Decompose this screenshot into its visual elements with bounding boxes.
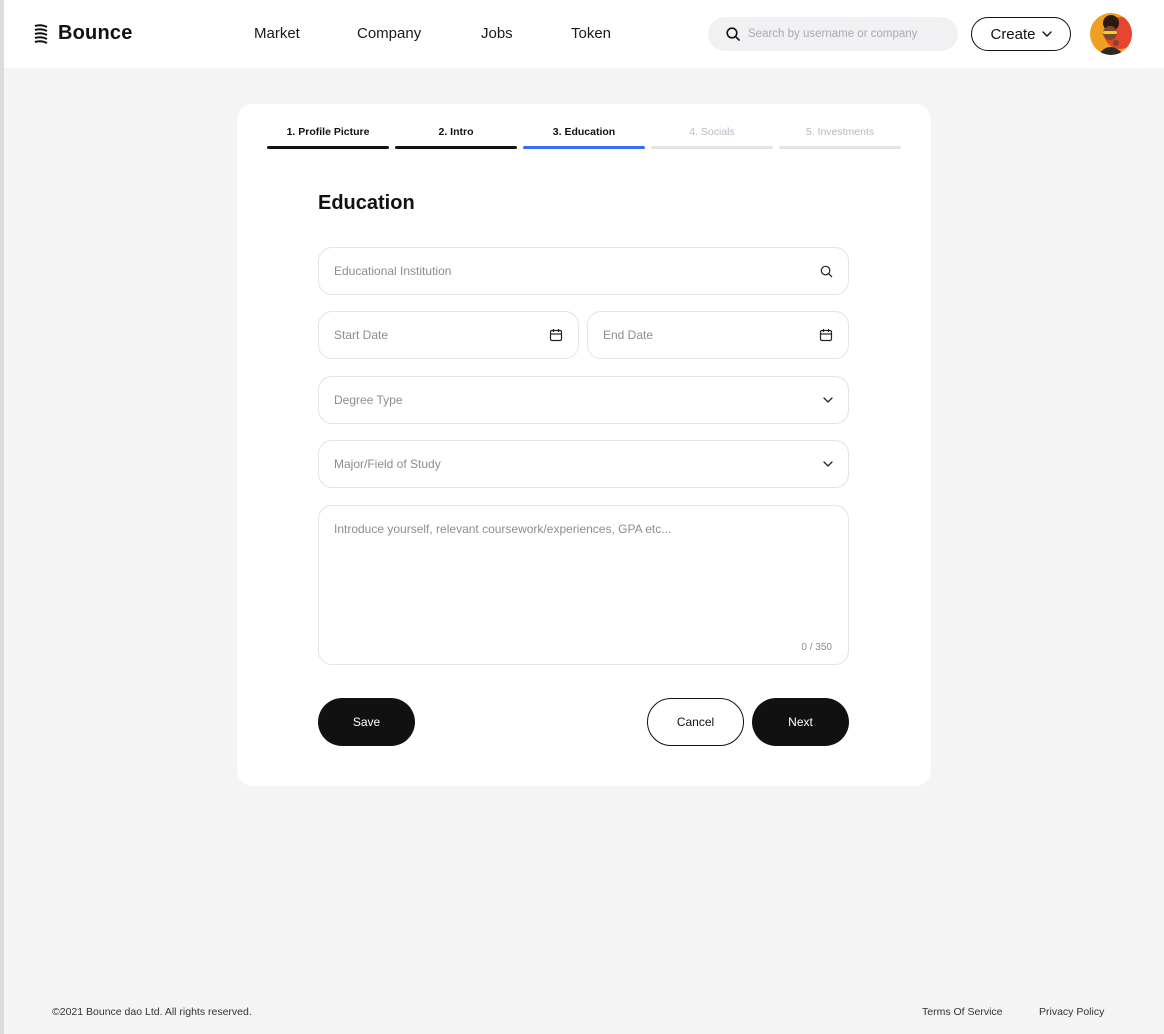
degree-type-input[interactable] bbox=[334, 393, 734, 407]
onboarding-card: 1. Profile Picture 2. Intro 3. Education… bbox=[237, 104, 931, 786]
step-label: 3. Education bbox=[552, 126, 616, 138]
end-date-input[interactable] bbox=[603, 328, 787, 342]
step-label: 1. Profile Picture bbox=[286, 126, 370, 138]
calendar-icon[interactable] bbox=[549, 328, 563, 342]
step-profile-picture[interactable]: 1. Profile Picture bbox=[267, 126, 389, 149]
avatar[interactable] bbox=[1090, 13, 1132, 55]
next-button-label: Next bbox=[788, 715, 813, 729]
step-progress-bar bbox=[651, 146, 773, 149]
end-date-field[interactable] bbox=[587, 311, 849, 359]
top-navbar: Bounce Market Company Jobs Token Create bbox=[4, 0, 1164, 68]
degree-type-select[interactable] bbox=[318, 376, 849, 424]
search-bar[interactable] bbox=[708, 17, 958, 51]
step-intro[interactable]: 2. Intro bbox=[395, 126, 517, 149]
create-button-label: Create bbox=[990, 25, 1036, 43]
start-date-field[interactable] bbox=[318, 311, 579, 359]
chevron-down-icon bbox=[1041, 31, 1052, 37]
calendar-icon[interactable] bbox=[819, 328, 833, 342]
section-title: Education bbox=[318, 192, 415, 214]
nav-company[interactable]: Company bbox=[357, 25, 421, 42]
save-button[interactable]: Save bbox=[318, 698, 415, 746]
brand-name: Bounce bbox=[58, 22, 133, 44]
intro-textarea[interactable] bbox=[334, 522, 833, 632]
nav-token[interactable]: Token bbox=[571, 25, 611, 42]
bounce-logo-icon bbox=[34, 23, 48, 44]
save-button-label: Save bbox=[352, 715, 381, 729]
step-label: 2. Intro bbox=[438, 126, 474, 138]
major-input[interactable] bbox=[334, 457, 734, 471]
brand-logo[interactable]: Bounce bbox=[34, 22, 133, 45]
chevron-down-icon[interactable] bbox=[823, 461, 833, 467]
step-label: 4. Socials bbox=[689, 126, 735, 138]
step-progress-bar bbox=[267, 146, 389, 149]
terms-of-service-link[interactable]: Terms Of Service bbox=[922, 1006, 1003, 1018]
step-label: 5. Investments bbox=[805, 126, 875, 138]
privacy-policy-link[interactable]: Privacy Policy bbox=[1039, 1006, 1104, 1018]
step-progress-bar bbox=[779, 146, 901, 149]
search-input[interactable] bbox=[748, 28, 948, 40]
search-icon[interactable] bbox=[820, 265, 833, 278]
character-counter: 0 / 350 bbox=[801, 642, 832, 653]
cancel-button[interactable]: Cancel bbox=[647, 698, 744, 746]
step-education[interactable]: 3. Education bbox=[523, 126, 645, 149]
institution-input[interactable] bbox=[334, 264, 734, 278]
search-icon bbox=[726, 27, 740, 41]
step-investments[interactable]: 5. Investments bbox=[779, 126, 901, 149]
chevron-down-icon[interactable] bbox=[823, 397, 833, 403]
copyright-text: ©2021 Bounce dao Ltd. All rights reserve… bbox=[52, 1006, 252, 1018]
step-progress-bar bbox=[395, 146, 517, 149]
step-progress-bar bbox=[523, 146, 645, 149]
next-button[interactable]: Next bbox=[752, 698, 849, 746]
cancel-button-label: Cancel bbox=[676, 715, 715, 729]
step-socials[interactable]: 4. Socials bbox=[651, 126, 773, 149]
start-date-input[interactable] bbox=[334, 328, 518, 342]
create-button[interactable]: Create bbox=[971, 17, 1071, 51]
major-select[interactable] bbox=[318, 440, 849, 488]
nav-market[interactable]: Market bbox=[254, 25, 300, 42]
intro-textarea-field[interactable]: 0 / 350 bbox=[318, 505, 849, 665]
nav-jobs[interactable]: Jobs bbox=[481, 25, 513, 42]
institution-field[interactable] bbox=[318, 247, 849, 295]
